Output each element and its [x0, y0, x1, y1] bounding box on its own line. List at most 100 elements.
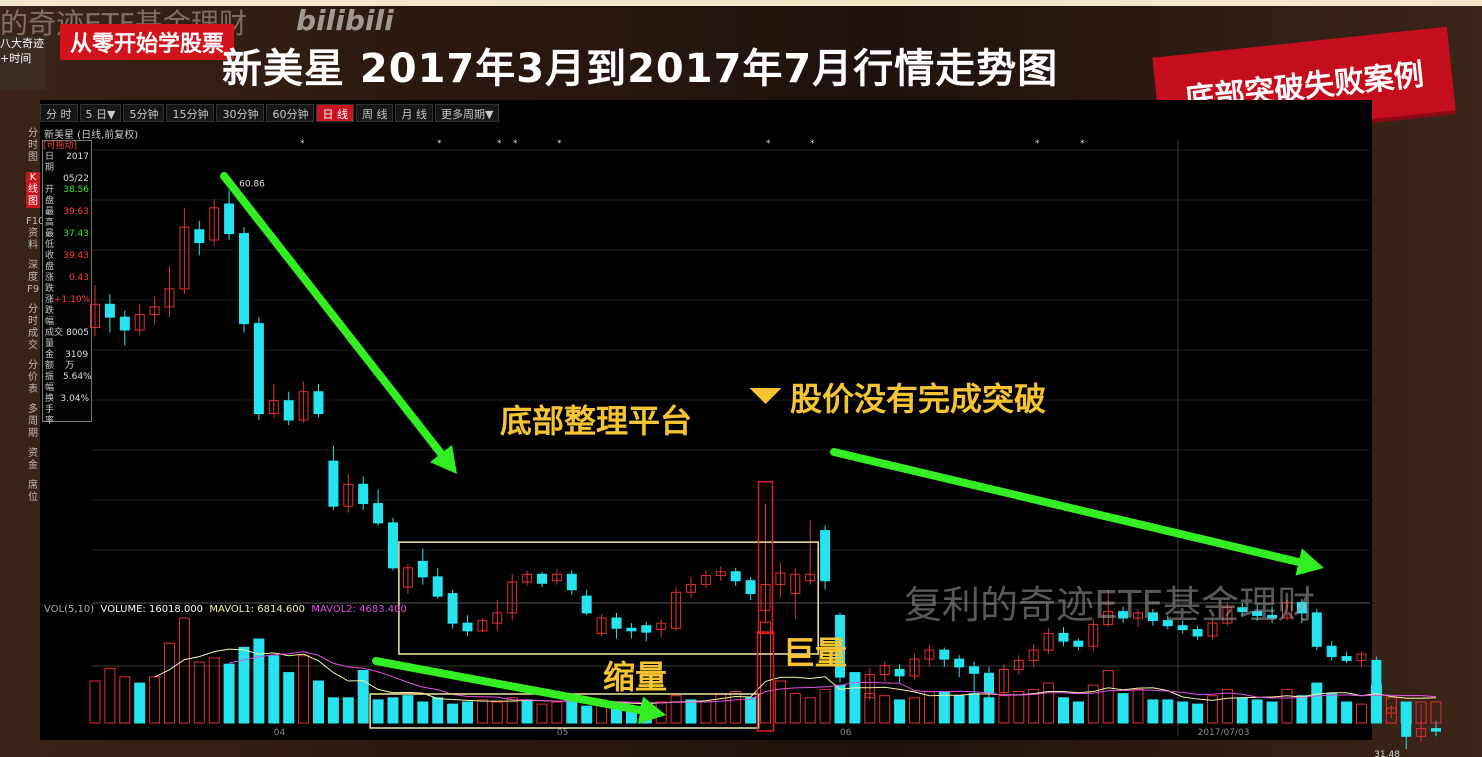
volume-bar [536, 703, 548, 724]
event-marker-icon: * [557, 139, 562, 149]
volume-bar [402, 695, 414, 724]
volume-bar [1192, 703, 1204, 724]
volume-bar [253, 638, 265, 724]
volume-bar [134, 682, 146, 724]
volume-bar [1251, 699, 1263, 724]
volume-bar [387, 697, 399, 724]
volume-bar [1221, 688, 1233, 724]
event-marker-icon: * [766, 139, 771, 149]
price-high-label: 60.86 [239, 179, 265, 189]
volume-bar [1072, 701, 1084, 724]
volume-bar [1102, 670, 1114, 724]
annotation-platform: 底部整理平台 [500, 402, 693, 440]
volume-legend-mavol2: MAVOL2: 4683.400 [311, 604, 407, 615]
volume-bar [1013, 691, 1025, 724]
candle-body [1058, 632, 1069, 642]
candle-body [1192, 629, 1203, 637]
volume-bar [1043, 682, 1055, 724]
volume-bar [104, 667, 116, 724]
kline-chart: 60.86 31.48 04 05 06 2017/07/03 * * * * * * * * * [89, 139, 1442, 757]
candle-body [224, 203, 235, 235]
volume-bar [521, 699, 533, 724]
volume-bar [685, 699, 697, 724]
candle-body [447, 593, 458, 624]
volume-legend: VOL(5,10) VOLUME: 16018.000 MAVOL1: 6814… [44, 604, 407, 615]
volume-bar [819, 688, 831, 724]
marker-triangle-icon [749, 388, 782, 404]
volume-bar [223, 663, 235, 724]
volume-bar [1400, 701, 1412, 724]
candle-body [328, 460, 339, 507]
volume-legend-mavol1: MAVOL1: 6814.600 [209, 604, 305, 615]
candle-body [745, 580, 756, 595]
volume-bar [938, 691, 950, 724]
x-tick-label: 2017/07/03 [1198, 728, 1250, 738]
event-marker-icon: * [810, 139, 815, 149]
volume-bar [1341, 701, 1353, 724]
volume-bar [89, 680, 101, 724]
candle-body [104, 303, 115, 318]
volume-bar [1266, 701, 1278, 724]
volume-bar [745, 697, 757, 724]
x-tick-label: 04 [274, 728, 286, 738]
volume-bar [432, 697, 444, 724]
candle-body [537, 573, 547, 584]
candle-body [417, 560, 428, 578]
volume-bar [178, 617, 190, 724]
volume-bar [268, 655, 280, 724]
candle-body [820, 530, 831, 582]
volume-bar [1147, 699, 1159, 724]
annotation-shrink: 缩量 [603, 658, 668, 696]
candle-body [1431, 728, 1441, 732]
candle-body [954, 658, 965, 668]
price-low-label: 31.48 [1374, 750, 1400, 757]
x-tick-label: 05 [557, 728, 568, 738]
volume-bar [1117, 693, 1129, 724]
volume-bar [1326, 693, 1338, 724]
volume-bar [119, 676, 131, 724]
volume-bar [760, 621, 771, 724]
annotation-huge-volume: 巨量 [783, 634, 848, 672]
volume-bar [447, 703, 459, 724]
volume-bar [491, 701, 503, 724]
volume-bar [417, 701, 429, 724]
volume-bar [581, 705, 593, 724]
volume-legend-name: VOL(5,10) [44, 604, 95, 615]
volume-bar [894, 699, 906, 724]
candle-body [462, 622, 473, 632]
volume-bar [313, 680, 324, 724]
volume-bar [327, 697, 339, 724]
volume-bar [804, 697, 816, 724]
candle-body [373, 503, 384, 524]
volume-bar [462, 701, 473, 724]
candle-body [626, 627, 637, 632]
candle-body [432, 576, 443, 597]
volume-bar [923, 691, 935, 724]
volume-bar [1132, 688, 1144, 724]
candle-body [1341, 656, 1352, 661]
candle-body [984, 672, 994, 694]
candle-body [313, 391, 324, 415]
volume-shrink-arrow-shaft [372, 657, 645, 715]
volume-bar [789, 693, 801, 724]
candle-body [581, 595, 592, 614]
candle-body [253, 323, 264, 415]
candle-body [894, 668, 905, 677]
breakdown-arrow-head [1295, 548, 1324, 576]
candle-body [194, 229, 205, 244]
volume-legend-volume: VOLUME: 16018.000 [100, 604, 204, 615]
volume-bar [551, 701, 563, 724]
x-tick-label: 06 [840, 728, 852, 738]
volume-bar [283, 672, 295, 724]
candle-body [239, 233, 249, 325]
volume-bar [968, 693, 980, 724]
volume-bar [164, 642, 175, 724]
volume-bar [342, 697, 354, 724]
candle-body [730, 571, 741, 582]
bottom-watermark: 复利的奇迹ETF基金理财 [904, 583, 1316, 627]
candle-body [611, 617, 622, 629]
annotation-no-breakout: 股价没有完成突破 [790, 380, 1047, 418]
event-marker-icon: * [1080, 139, 1085, 149]
volume-bar [879, 695, 891, 724]
candle-body [1326, 645, 1337, 658]
